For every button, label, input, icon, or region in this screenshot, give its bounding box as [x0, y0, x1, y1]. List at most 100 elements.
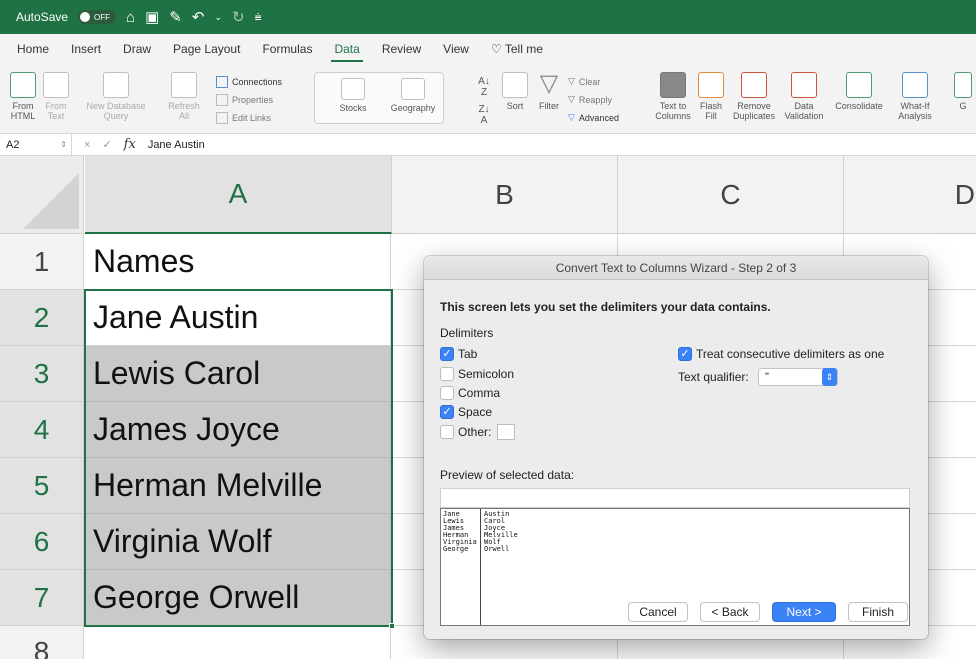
- save-icon[interactable]: ▣: [145, 10, 159, 25]
- redo-icon[interactable]: ↻: [232, 10, 245, 25]
- label: Treat consecutive delimiters as one: [696, 347, 885, 361]
- select-all-corner[interactable]: [0, 156, 84, 234]
- cancel-icon[interactable]: ×: [84, 139, 90, 151]
- tell-me-label: Tell me: [504, 42, 543, 56]
- preview-column-1[interactable]: Jane Lewis James Herman Virginia George: [441, 509, 481, 625]
- finish-button[interactable]: Finish: [848, 602, 908, 622]
- space-checkbox[interactable]: ✓ Space: [440, 405, 492, 419]
- flash-fill-button[interactable]: Flash Fill: [696, 72, 726, 121]
- sort-az-button[interactable]: A↓ Z: [474, 76, 494, 98]
- undo-dropdown-icon[interactable]: ⌄: [214, 12, 222, 22]
- row-header-7[interactable]: 7: [0, 570, 84, 626]
- reapply-button[interactable]: ▽ Reapply: [568, 94, 612, 105]
- edit-icon[interactable]: ✎: [169, 10, 182, 25]
- sort-icon: [502, 72, 528, 98]
- tab-review[interactable]: Review: [371, 36, 432, 62]
- tab-checkbox[interactable]: ✓ Tab: [440, 347, 477, 361]
- tab-page-layout[interactable]: Page Layout: [162, 36, 251, 62]
- treat-consecutive-checkbox[interactable]: ✓ Treat consecutive delimiters as one: [678, 347, 884, 361]
- label: Consolidate: [835, 101, 883, 111]
- cell-a3[interactable]: Lewis Carol: [85, 346, 391, 402]
- row-header-2[interactable]: 2: [0, 290, 84, 346]
- remove-duplicates-button[interactable]: Remove Duplicates: [728, 72, 780, 121]
- from-html-button[interactable]: From HTML: [6, 72, 40, 121]
- column-header-c[interactable]: C: [618, 156, 844, 234]
- cell-a2[interactable]: Jane Austin: [85, 290, 391, 346]
- undo-icon[interactable]: ↶: [192, 10, 205, 25]
- column-header-a[interactable]: A: [85, 156, 392, 234]
- consolidate-button[interactable]: Consolidate: [830, 72, 888, 111]
- data-validation-button[interactable]: Data Validation: [780, 72, 828, 121]
- tell-me[interactable]: ♡ Tell me: [480, 36, 554, 62]
- cell-a5[interactable]: Herman Melville: [85, 458, 391, 514]
- edit-links-button[interactable]: Edit Links: [216, 112, 271, 124]
- preview-column-2[interactable]: Austin Carol Joyce Melville Wolf Orwell: [482, 509, 520, 555]
- what-if-analysis-button[interactable]: What-If Analysis: [892, 72, 938, 121]
- other-checkbox[interactable]: Other:: [440, 424, 516, 440]
- cell-a7[interactable]: George Orwell: [85, 570, 391, 626]
- lightbulb-icon: ♡: [490, 42, 502, 56]
- tab-draw[interactable]: Draw: [112, 36, 162, 62]
- tab-formulas[interactable]: Formulas: [251, 36, 323, 62]
- group-button-cut-off[interactable]: G: [952, 72, 974, 111]
- properties-button[interactable]: Properties: [216, 94, 273, 106]
- autosave-state: OFF: [94, 12, 111, 22]
- enter-icon[interactable]: ✓: [102, 138, 111, 151]
- cell-a8[interactable]: [85, 626, 391, 659]
- other-delimiter-input[interactable]: [497, 424, 516, 440]
- cancel-button[interactable]: Cancel: [628, 602, 688, 622]
- formula-controls: × ✓ fx Jane Austin: [72, 137, 205, 152]
- row-header-3[interactable]: 3: [0, 346, 84, 402]
- cell-a4[interactable]: James Joyce: [85, 402, 391, 458]
- checkmark-icon: ✓: [678, 347, 692, 361]
- row-header-5[interactable]: 5: [0, 458, 84, 514]
- checkbox-icon: [440, 386, 454, 400]
- comma-checkbox[interactable]: Comma: [440, 386, 500, 400]
- insert-function-icon[interactable]: fx: [124, 137, 136, 152]
- advanced-button[interactable]: ▽ Advanced: [568, 112, 619, 123]
- tab-view[interactable]: View: [432, 36, 480, 62]
- qualifier-value: ": [765, 371, 769, 383]
- next-button[interactable]: Next >: [772, 602, 836, 622]
- cell-a1[interactable]: Names: [85, 234, 391, 290]
- formula-input[interactable]: Jane Austin: [148, 139, 205, 151]
- formula-bar: A2 ⇕ × ✓ fx Jane Austin: [0, 134, 976, 156]
- row-header-1[interactable]: 1: [0, 234, 84, 290]
- row-header-6[interactable]: 6: [0, 514, 84, 570]
- back-button[interactable]: < Back: [700, 602, 760, 622]
- stocks-button[interactable]: Stocks: [330, 78, 376, 113]
- semicolon-checkbox[interactable]: Semicolon: [440, 367, 514, 381]
- autosave-toggle[interactable]: OFF: [78, 10, 117, 24]
- filter-button[interactable]: ▽ Filter: [534, 70, 564, 112]
- column-header-d[interactable]: D: [844, 156, 976, 234]
- sort-button[interactable]: Sort: [498, 72, 532, 111]
- text-to-columns-button[interactable]: Text to Columns: [652, 72, 694, 121]
- dialog-title: Convert Text to Columns Wizard - Step 2 …: [424, 256, 928, 280]
- funnel-icon: ▽: [539, 70, 559, 97]
- home-icon[interactable]: ⌂: [126, 10, 135, 25]
- label: New Database: [86, 101, 146, 111]
- geography-button[interactable]: Geography: [386, 78, 440, 113]
- label: Reapply: [578, 94, 612, 105]
- dialog-heading: This screen lets you set the delimiters …: [440, 300, 771, 314]
- column-header-b[interactable]: B: [392, 156, 618, 234]
- from-text-button[interactable]: From Text: [40, 72, 72, 121]
- tab-insert[interactable]: Insert: [60, 36, 112, 62]
- tab-data[interactable]: Data: [323, 36, 370, 62]
- tab-home[interactable]: Home: [6, 36, 60, 62]
- fill-handle[interactable]: [389, 623, 395, 629]
- chevron-updown-icon: ⇕: [822, 368, 837, 386]
- new-database-query-button[interactable]: New Database Query: [78, 72, 154, 121]
- text-qualifier-select[interactable]: " ⇕: [758, 368, 838, 386]
- advanced-filter-icon: ▽: [568, 112, 575, 122]
- stepper-icon[interactable]: ⇕: [60, 140, 67, 149]
- row-header-4[interactable]: 4: [0, 402, 84, 458]
- row-header-8[interactable]: 8: [0, 626, 84, 659]
- refresh-all-button[interactable]: Refresh All: [164, 72, 204, 121]
- cell-a6[interactable]: Virginia Wolf: [85, 514, 391, 570]
- name-box[interactable]: A2 ⇕: [0, 134, 72, 155]
- connections-button[interactable]: Connections: [216, 76, 282, 88]
- sort-za-button[interactable]: Z↓ A: [474, 104, 494, 126]
- customize-icon[interactable]: ⩧: [255, 11, 262, 23]
- clear-button[interactable]: ▽ Clear: [568, 76, 600, 87]
